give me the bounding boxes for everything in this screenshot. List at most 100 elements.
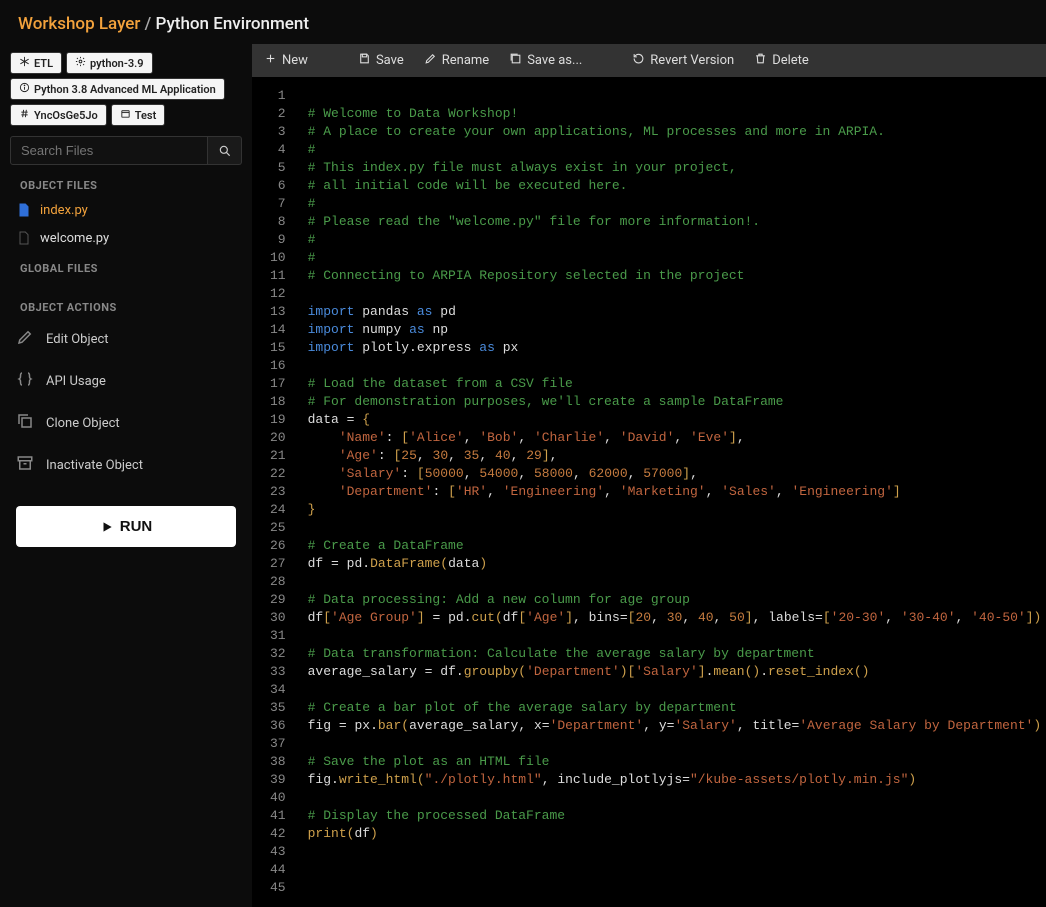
code-line[interactable]: df = pd.DataFrame(data)	[308, 555, 1042, 573]
line-number: 27	[270, 555, 286, 573]
code-line[interactable]	[308, 789, 1042, 807]
search-input[interactable]	[10, 136, 208, 165]
line-number: 16	[270, 357, 286, 375]
code-line[interactable]	[308, 627, 1042, 645]
pencil-icon	[424, 52, 437, 69]
code-line[interactable]: # Load the dataset from a CSV file	[308, 375, 1042, 393]
code-line[interactable]	[308, 87, 1042, 105]
toolbar-revert-version[interactable]: Revert Version	[632, 52, 734, 69]
code-line[interactable]: # A place to create your own application…	[308, 123, 1042, 141]
file-item-index-py[interactable]: index.py	[10, 196, 242, 224]
action-label: Edit Object	[46, 332, 109, 347]
code-line[interactable]: import numpy as np	[308, 321, 1042, 339]
run-button[interactable]: RUN	[16, 506, 236, 547]
code-line[interactable]: # Save the plot as an HTML file	[308, 753, 1042, 771]
line-number: 5	[270, 159, 286, 177]
toolbar: New Save Rename Save as... Revert Version Del…	[252, 44, 1046, 77]
code-line[interactable]	[308, 573, 1042, 591]
code-line[interactable]	[308, 843, 1042, 861]
code-line[interactable]: # all initial code will be executed here…	[308, 177, 1042, 195]
line-number: 36	[270, 717, 286, 735]
revert-icon	[632, 52, 645, 69]
code-line[interactable]: # For demonstration purposes, we'll crea…	[308, 393, 1042, 411]
line-number: 39	[270, 771, 286, 789]
code-line[interactable]: # Please read the "welcome.py" file for …	[308, 213, 1042, 231]
code-line[interactable]: # This index.py file must always exist i…	[308, 159, 1042, 177]
toolbar-delete[interactable]: Delete	[754, 52, 809, 69]
line-number: 24	[270, 501, 286, 519]
code-content[interactable]: # Welcome to Data Workshop!# A place to …	[296, 77, 1046, 907]
breadcrumb-root[interactable]: Workshop Layer	[18, 14, 140, 34]
toolbar-save[interactable]: Save	[358, 52, 404, 69]
toolbar-save-as-[interactable]: Save as...	[509, 52, 582, 69]
code-line[interactable]: 'Name': ['Alice', 'Bob', 'Charlie', 'Dav…	[308, 429, 1042, 447]
tag-label: python-3.9	[90, 57, 144, 70]
code-line[interactable]: #	[308, 231, 1042, 249]
snowflake-icon	[19, 56, 30, 70]
sidebar: ETL python-3.9 Python 3.8 Advanced ML Appl…	[0, 44, 252, 907]
code-line[interactable]	[308, 285, 1042, 303]
action-api-usage[interactable]: API Usage	[10, 360, 242, 402]
code-line[interactable]: #	[308, 141, 1042, 159]
tag-python-3-9[interactable]: python-3.9	[66, 52, 153, 74]
code-line[interactable]: # Create a DataFrame	[308, 537, 1042, 555]
code-line[interactable]	[308, 879, 1042, 897]
code-line[interactable]: # Data processing: Add a new column for …	[308, 591, 1042, 609]
code-line[interactable]	[308, 357, 1042, 375]
code-line[interactable]: #	[308, 195, 1042, 213]
file-icon	[16, 202, 32, 218]
code-line[interactable]: # Display the processed DataFrame	[308, 807, 1042, 825]
line-number: 40	[270, 789, 286, 807]
code-line[interactable]: 'Age': [25, 30, 35, 40, 29],	[308, 447, 1042, 465]
code-line[interactable]	[308, 681, 1042, 699]
toolbar-rename[interactable]: Rename	[424, 52, 489, 69]
line-number: 45	[270, 879, 286, 897]
code-editor[interactable]: 1234567891011121314151617181920212223242…	[252, 77, 1046, 907]
code-line[interactable]: average_salary = df.groupby('Department'…	[308, 663, 1042, 681]
tag-test[interactable]: Test	[111, 104, 166, 126]
line-number: 35	[270, 699, 286, 717]
code-line[interactable]: #	[308, 249, 1042, 267]
save-icon	[358, 52, 371, 69]
trash-icon	[754, 52, 767, 69]
code-line[interactable]: fig.write_html("./plotly.html", include_…	[308, 771, 1042, 789]
copy-icon	[16, 412, 34, 434]
toolbar-label: New	[282, 53, 308, 68]
code-line[interactable]: df['Age Group'] = pd.cut(df['Age'], bins…	[308, 609, 1042, 627]
code-line[interactable]: # Connecting to ARPIA Repository selecte…	[308, 267, 1042, 285]
tag-label: Python 3.8 Advanced ML Application	[34, 83, 216, 96]
code-line[interactable]: # Create a bar plot of the average salar…	[308, 699, 1042, 717]
tag-yncosge5jo[interactable]: YncOsGe5Jo	[10, 104, 107, 126]
line-number: 12	[270, 285, 286, 303]
code-line[interactable]: # Welcome to Data Workshop!	[308, 105, 1042, 123]
file-item-welcome-py[interactable]: welcome.py	[10, 224, 242, 252]
code-line[interactable]: import plotly.express as px	[308, 339, 1042, 357]
tag-etl[interactable]: ETL	[10, 52, 62, 74]
file-icon	[16, 230, 32, 246]
action-inactivate-object[interactable]: Inactivate Object	[10, 444, 242, 486]
code-line[interactable]: fig = px.bar(average_salary, x='Departme…	[308, 717, 1042, 735]
toolbar-new[interactable]: New	[264, 52, 308, 69]
main-area: New Save Rename Save as... Revert Version Del…	[252, 44, 1046, 907]
code-line[interactable]	[308, 519, 1042, 537]
search-button[interactable]	[208, 136, 242, 165]
line-number: 13	[270, 303, 286, 321]
code-line[interactable]: print(df)	[308, 825, 1042, 843]
code-line[interactable]	[308, 861, 1042, 879]
tag-label: Test	[135, 109, 157, 122]
section-object-files: Object Files	[10, 175, 242, 196]
code-line[interactable]: # Data transformation: Calculate the ave…	[308, 645, 1042, 663]
code-line[interactable]: 'Department': ['HR', 'Engineering', 'Mar…	[308, 483, 1042, 501]
line-gutter: 1234567891011121314151617181920212223242…	[252, 77, 296, 907]
breadcrumb: Workshop Layer / Python Environment	[0, 0, 1046, 44]
code-line[interactable]: data = {	[308, 411, 1042, 429]
code-line[interactable]: import pandas as pd	[308, 303, 1042, 321]
code-line[interactable]	[308, 735, 1042, 753]
action-edit-object[interactable]: Edit Object	[10, 318, 242, 360]
action-clone-object[interactable]: Clone Object	[10, 402, 242, 444]
tag-python-3-8-advanced-ml-application[interactable]: Python 3.8 Advanced ML Application	[10, 78, 225, 100]
code-line[interactable]: 'Salary': [50000, 54000, 58000, 62000, 5…	[308, 465, 1042, 483]
line-number: 28	[270, 573, 286, 591]
code-line[interactable]: }	[308, 501, 1042, 519]
line-number: 22	[270, 465, 286, 483]
